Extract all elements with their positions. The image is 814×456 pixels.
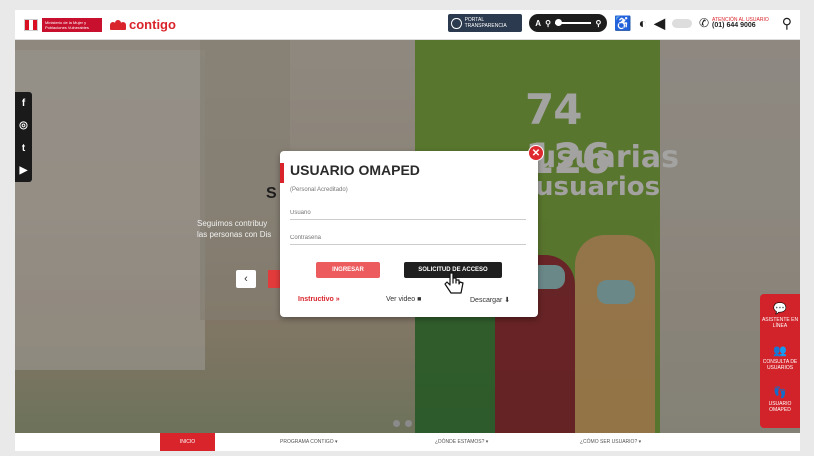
side-tools-panel: 💬 ASISTENTE EN LÍNEA 👥 CONSULTA DE USUAR… — [760, 294, 800, 428]
portal-label: PORTAL TRANSPARENCIA — [464, 17, 507, 29]
login-modal: USUARIO OMAPED (Personal Acreditado) ING… — [280, 151, 538, 317]
accessibility-icon[interactable]: ♿ — [614, 15, 631, 32]
audio-toggle[interactable] — [671, 18, 692, 28]
top-header: Ministerio de la Mujer y Poblaciones Vul… — [15, 10, 800, 40]
contrast-icon[interactable]: ◐ — [639, 15, 647, 31]
username-field[interactable] — [290, 206, 526, 220]
hand-cursor-icon — [444, 272, 464, 294]
carousel-dot[interactable] — [405, 420, 412, 427]
modal-title: USUARIO OMAPED — [290, 162, 420, 178]
omaped-icon: 👣 — [773, 387, 787, 399]
omaped-user-button[interactable]: 👣 USUARIO OMAPED — [760, 386, 800, 413]
attention-contact[interactable]: ✆ ATENCIÓN AL USUARIO (01) 644 9006 — [699, 16, 769, 30]
download-link[interactable]: Descargar ⬇ — [470, 296, 510, 304]
instagram-icon[interactable]: ◎ — [19, 120, 28, 131]
carousel-prev-button[interactable]: ‹ — [236, 270, 256, 288]
password-field[interactable] — [290, 231, 526, 245]
zoom-out-icon[interactable]: ⚲ — [545, 19, 551, 28]
government-logo[interactable]: Ministerio de la Mujer y Poblaciones Vul… — [42, 17, 102, 32]
modal-footer: Instructivo » Ver video ■ Descargar ⬇ — [280, 291, 538, 311]
main-nav: INICIO PROGRAMA CONTIGO ▾ ¿DÓNDE ESTAMOS… — [15, 433, 800, 451]
font-size-label: A — [535, 18, 542, 28]
hero-title: S — [266, 185, 277, 202]
login-button[interactable]: INGRESAR — [316, 262, 380, 278]
users-icon: 👥 — [773, 345, 787, 357]
zoom-track[interactable] — [554, 19, 592, 26]
hero-cta-button[interactable] — [268, 270, 280, 288]
close-icon[interactable]: ✕ — [528, 145, 544, 161]
audio-icon[interactable]: ◀ — [654, 15, 665, 32]
peru-flag-icon — [24, 18, 38, 31]
brand-name: contigo — [129, 17, 176, 32]
attention-phone: (01) 644 9006 — [712, 22, 756, 29]
portal-transparencia-button[interactable]: PORTAL TRANSPARENCIA — [448, 14, 523, 32]
portal-icon — [451, 17, 462, 29]
people-icon — [110, 19, 126, 30]
carousel-dot[interactable] — [393, 420, 400, 427]
chat-icon: 💬 — [773, 303, 787, 315]
header-tools: PORTAL TRANSPARENCIA A ⚲ ⚲ ♿ ◐ ◀ ✆ ATENC… — [448, 14, 792, 32]
gov-logo-text: Ministerio de la Mujer y Poblaciones Vul… — [45, 19, 89, 30]
facebook-icon[interactable]: f — [22, 98, 25, 109]
instructivo-link[interactable]: Instructivo » — [298, 296, 340, 303]
twitter-icon[interactable]: t — [22, 143, 25, 154]
contigo-logo[interactable]: contigo — [110, 17, 176, 32]
social-links: f ◎ t ▶ — [15, 92, 32, 182]
title-accent — [280, 163, 284, 183]
phone-icon: ✆ — [698, 16, 710, 30]
user-lookup-button[interactable]: 👥 CONSULTA DE USUARIOS — [760, 344, 800, 371]
nav-inicio[interactable]: INICIO — [160, 433, 215, 451]
hero-text: Seguimos contribuy las personas con Dis — [197, 219, 272, 239]
modal-subtitle: (Personal Acreditado) — [290, 187, 348, 193]
nav-programa[interactable]: PROGRAMA CONTIGO ▾ — [280, 433, 338, 451]
zoom-in-icon[interactable]: ⚲ — [595, 19, 601, 28]
nav-como[interactable]: ¿CÓMO SER USUARIO? ▾ — [580, 433, 641, 451]
zoom-slider[interactable]: A ⚲ ⚲ — [529, 14, 608, 32]
carousel-dots — [393, 420, 412, 427]
online-assistant-button[interactable]: 💬 ASISTENTE EN LÍNEA — [760, 302, 800, 329]
search-icon[interactable]: ⚲ — [782, 15, 792, 32]
youtube-icon[interactable]: ▶ — [20, 165, 28, 176]
nav-donde[interactable]: ¿DÓNDE ESTAMOS? ▾ — [435, 433, 488, 451]
video-link[interactable]: Ver video ■ — [386, 296, 421, 303]
